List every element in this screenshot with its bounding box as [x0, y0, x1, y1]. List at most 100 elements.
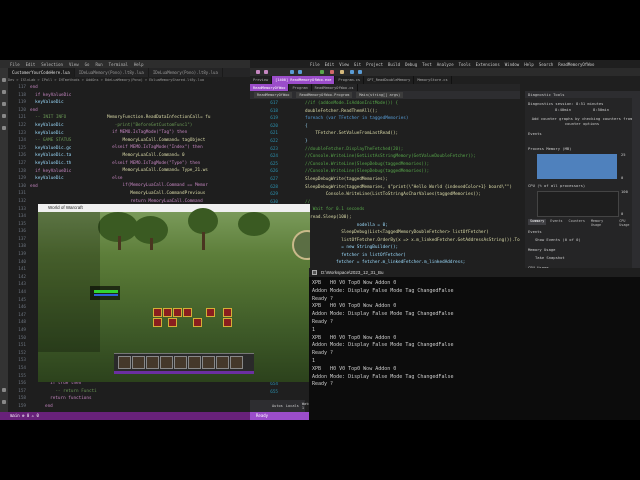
forward-icon[interactable]: [264, 70, 268, 74]
doc-tab[interactable]: GPT_ReadDoubleMemory: [364, 76, 415, 84]
memory-usage-section: Memory Usage: [528, 247, 556, 252]
gear-icon[interactable]: [2, 400, 6, 404]
console-window[interactable]: D:\Workspace\2023_12_31_Bu XPB H0 V0 Top…: [309, 268, 640, 420]
vs-menu-item[interactable]: Tools: [459, 62, 471, 67]
search-icon[interactable]: [2, 90, 6, 94]
menu-go[interactable]: Go: [85, 62, 90, 67]
menu-help[interactable]: Help: [134, 62, 144, 67]
vs-menu-item[interactable]: Extensions: [476, 62, 500, 67]
summary-tab[interactable]: Summary: [528, 219, 547, 225]
line-number: 125: [18, 145, 26, 151]
vs-menu-item[interactable]: Test: [422, 62, 432, 67]
buff-icon[interactable]: [193, 318, 202, 327]
doc-tab[interactable]: Program.cs: [335, 76, 365, 84]
action-button[interactable]: [132, 356, 145, 369]
vs-menu-item[interactable]: Analyze: [437, 62, 454, 67]
line-number: 132: [18, 198, 26, 204]
project-dropdown[interactable]: ReadMemoryOfWoo: [254, 92, 293, 98]
line-number: 147: [18, 312, 26, 318]
vs-menu-item[interactable]: Debug: [405, 62, 417, 67]
action-button[interactable]: [230, 356, 243, 369]
step-into-icon[interactable]: [358, 70, 362, 74]
buff-icon[interactable]: [153, 318, 162, 327]
chat-frame[interactable]: [38, 212, 100, 352]
account-icon[interactable]: [2, 388, 6, 392]
console-title[interactable]: D:\Workspace\2023_12_31_Bu: [309, 268, 640, 277]
buff-icon[interactable]: [163, 308, 172, 317]
continue-icon[interactable]: [320, 70, 324, 74]
code-line: end: [30, 183, 38, 189]
vs-menu-item[interactable]: Search: [539, 62, 553, 67]
save-icon[interactable]: [290, 70, 294, 74]
action-button[interactable]: [216, 356, 229, 369]
action-button[interactable]: [188, 356, 201, 369]
explorer-icon[interactable]: [2, 78, 6, 82]
save-all-icon[interactable]: [298, 70, 302, 74]
doc-tab[interactable]: Program: [289, 84, 312, 91]
vs-menu-item[interactable]: ReadMemoryOfWoo: [558, 62, 594, 67]
menu-terminal[interactable]: Terminal: [109, 62, 128, 67]
buff-icon[interactable]: [173, 308, 182, 317]
menu-view[interactable]: View: [69, 62, 79, 67]
extensions-icon[interactable]: [2, 126, 6, 130]
code-line: if keyValueDic: [30, 168, 72, 174]
menu-run[interactable]: Run: [95, 62, 102, 67]
vs-menu-item[interactable]: Help: [524, 62, 534, 67]
memory-usage-tab[interactable]: Memory Usage: [589, 219, 615, 227]
action-button[interactable]: [146, 356, 159, 369]
back-icon[interactable]: [256, 70, 260, 74]
preview-tab[interactable]: [1400] ReadMemoryOfWoo.exe: [272, 76, 336, 84]
vscode-tab[interactable]: IDeLuaMemory(Pono).lt8y.lua: [75, 68, 149, 77]
vscode-tab[interactable]: CustomerYourCodeHere.lua: [8, 68, 75, 77]
autos-tab[interactable]: Autos: [272, 404, 283, 408]
action-button[interactable]: [118, 356, 131, 369]
menu-edit[interactable]: Edit: [26, 62, 36, 67]
code-line: keyValueDic.ta: [30, 153, 72, 159]
timeline-label: 8:50min: [593, 107, 610, 112]
restart-icon[interactable]: [340, 70, 344, 74]
locals-tab[interactable]: Locals: [286, 404, 299, 408]
vs-menu-item[interactable]: Project: [366, 62, 383, 67]
vs-menu-item[interactable]: Window: [505, 62, 519, 67]
action-button[interactable]: [174, 356, 187, 369]
vs-menu-item[interactable]: Edit: [325, 62, 335, 67]
vs-menu-item[interactable]: Git: [354, 62, 361, 67]
doc-tab[interactable]: ReadMemoryOfWoo: [250, 84, 290, 91]
buff-icon[interactable]: [223, 308, 232, 317]
vscode-tab[interactable]: IDeLuaMemory(Pono).lt8y.lua: [149, 68, 223, 77]
game-title[interactable]: World of Warcraft: [38, 204, 310, 212]
buff-icon[interactable]: [223, 318, 232, 327]
source-control-icon[interactable]: [2, 102, 6, 106]
counters-tab[interactable]: Counters: [567, 219, 587, 225]
player-frame[interactable]: [90, 286, 120, 300]
doc-tab[interactable]: MemoryStore.cs: [414, 76, 452, 84]
line-number: 618: [270, 108, 278, 114]
line-number: 135: [18, 221, 26, 227]
member-dropdown[interactable]: Main(string[] args): [356, 92, 404, 98]
debug-icon[interactable]: [2, 114, 6, 118]
buff-icon[interactable]: [206, 308, 215, 317]
events-tab[interactable]: Events: [548, 219, 564, 225]
vs-menu-item[interactable]: View: [339, 62, 349, 67]
doc-tab[interactable]: ReadMemoryOfWoo.cs: [312, 84, 358, 91]
show-events-link[interactable]: Show Events (0 of 0): [535, 237, 581, 242]
buff-icon[interactable]: [153, 308, 162, 317]
step-over-icon[interactable]: [350, 70, 354, 74]
class-dropdown[interactable]: ReadMemoryOfWoo.Program: [296, 92, 353, 98]
vs-menu-item[interactable]: File: [310, 62, 320, 67]
buff-icon[interactable]: [183, 308, 192, 317]
breadcrumb[interactable]: Dev > ISlnLab > IPoll > IHTmethods > Add…: [8, 77, 250, 84]
buff-icon[interactable]: [168, 318, 177, 327]
line-number: 122: [18, 122, 26, 128]
vs-menu-item[interactable]: Build: [388, 62, 400, 67]
stop-icon[interactable]: [330, 70, 334, 74]
action-button[interactable]: [202, 356, 215, 369]
take-snapshot-button[interactable]: Take Snapshot: [535, 255, 565, 260]
menu-file[interactable]: File: [10, 62, 20, 67]
menu-selection[interactable]: Selection: [41, 62, 63, 67]
action-button[interactable]: [160, 356, 173, 369]
game-window[interactable]: World of Warcraft: [38, 204, 310, 382]
cpu-graph[interactable]: [537, 191, 619, 217]
console-output[interactable]: XPB H0 V0 Top0 Wow Addon 0 Addon Mode: Di…: [312, 280, 638, 420]
memory-graph[interactable]: [537, 154, 617, 179]
